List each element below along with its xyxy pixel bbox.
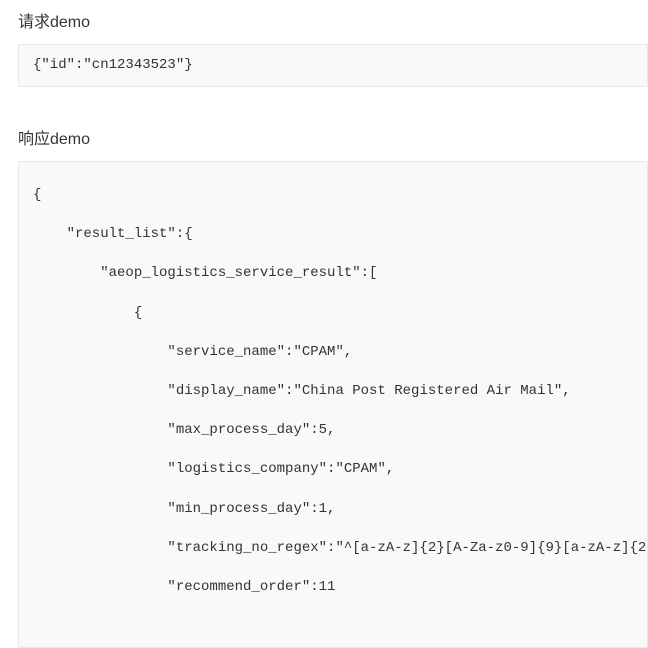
section-spacer (0, 87, 648, 117)
response-demo-heading: 响应demo (0, 117, 648, 161)
request-demo-code: {"id":"cn12343523"} (18, 44, 648, 87)
request-demo-heading: 请求demo (0, 0, 648, 44)
response-demo-code: { "result_list":{ "aeop_logistics_servic… (18, 161, 648, 648)
